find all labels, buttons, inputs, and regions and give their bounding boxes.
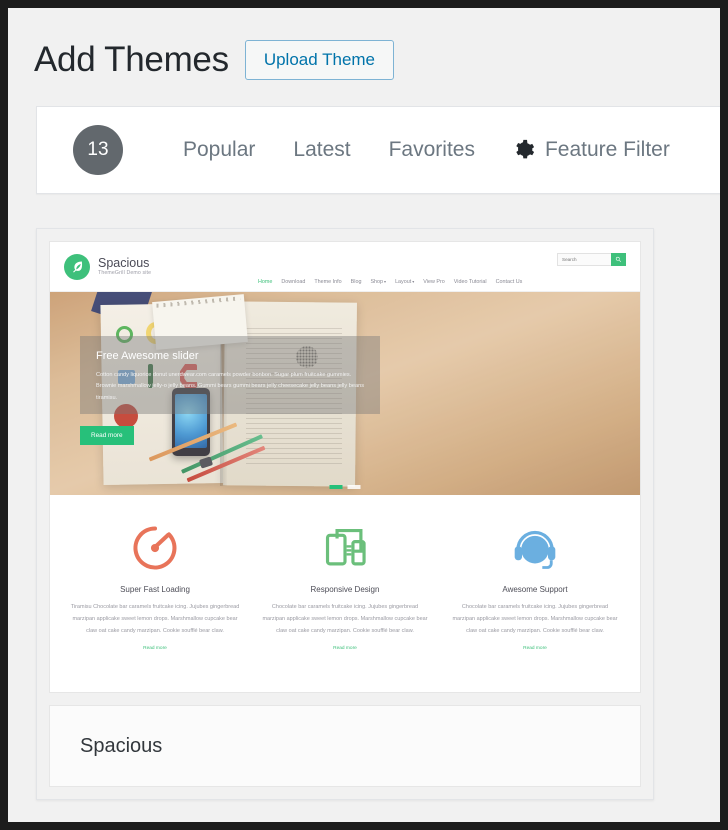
hero-pagination: [329, 485, 361, 489]
feature-awesome-support: Awesome Support Chocolate bar caramels f…: [440, 517, 630, 677]
hero-text: Cotton candy liquorice donut unerdwear.c…: [96, 372, 364, 401]
nav-item-video-tutorial[interactable]: Video Tutorial: [454, 279, 487, 285]
hero-dot-2[interactable]: [347, 485, 361, 489]
theme-card-footer: Spacious: [49, 705, 641, 787]
admin-viewport: Add Themes Upload Theme 13 Popular Lates…: [8, 8, 720, 822]
search-icon[interactable]: [611, 253, 626, 266]
feature-filter-label: Feature Filter: [544, 138, 670, 161]
search-input[interactable]: [557, 253, 611, 266]
theme-name: Spacious: [80, 734, 163, 757]
gear-icon: [516, 139, 535, 159]
nav-item-shop-label: Shop: [370, 279, 384, 285]
upload-theme-button[interactable]: Upload Theme: [244, 40, 395, 80]
feature-read-more-link[interactable]: Read more: [70, 646, 240, 651]
feature-responsive-design: Responsive Design Chocolate bar caramels…: [250, 517, 440, 677]
feature-super-fast-loading: Super Fast Loading Tiramisu Chocolate ba…: [60, 517, 250, 677]
nav-item-layout-label: Layout: [395, 279, 412, 285]
page-header: Add Themes Upload Theme: [8, 8, 720, 88]
feature-read-more-link[interactable]: Read more: [260, 646, 430, 651]
preview-search: [557, 253, 626, 266]
feature-title: Responsive Design: [310, 585, 380, 594]
nav-item-theme-info[interactable]: Theme Info: [314, 279, 341, 285]
headset-support-icon: [450, 517, 620, 579]
feature-text: Chocolate bar caramels fruitcake icing. …: [452, 604, 618, 634]
feature-title: Super Fast Loading: [120, 585, 190, 594]
chevron-down-icon: ▾: [384, 279, 387, 284]
nav-item-download[interactable]: Download: [281, 279, 305, 285]
preview-feature-row: Super Fast Loading Tiramisu Chocolate ba…: [50, 495, 640, 692]
feature-filter-button[interactable]: Feature Filter: [513, 138, 670, 162]
preview-site-brand: Spacious ThemeGrill Demo site: [98, 255, 152, 277]
preview-site-tagline: ThemeGrill Demo site: [98, 269, 152, 276]
nav-item-contact-us[interactable]: Contact Us: [496, 279, 523, 285]
chevron-down-icon: ▾: [412, 279, 415, 284]
responsive-devices-icon: [260, 517, 430, 579]
theme-card[interactable]: Spacious ThemeGrill Demo site Home Downl…: [36, 228, 654, 800]
nav-item-home[interactable]: Home: [258, 279, 272, 285]
theme-count-badge: 13: [73, 125, 123, 175]
feature-text: Tiramisu Chocolate bar caramels fruitcak…: [70, 604, 240, 634]
nav-item-view-pro[interactable]: View Pro: [423, 279, 444, 285]
page-title: Add Themes: [34, 39, 229, 79]
hero-title: Free Awesome slider: [96, 350, 199, 362]
nav-item-blog[interactable]: Blog: [351, 279, 362, 285]
leaf-icon: [64, 253, 90, 280]
speedometer-icon: [70, 517, 240, 579]
tab-latest[interactable]: Latest: [293, 138, 350, 162]
preview-site-header: Spacious ThemeGrill Demo site Home Downl…: [50, 242, 640, 292]
feature-text: Chocolate bar caramels fruitcake icing. …: [262, 604, 428, 634]
nav-item-layout[interactable]: Layout▾: [395, 279, 414, 285]
tab-favorites[interactable]: Favorites: [389, 138, 475, 162]
theme-screenshot[interactable]: Spacious ThemeGrill Demo site Home Downl…: [49, 241, 641, 693]
preview-site-name: Spacious: [98, 255, 150, 270]
hero-dot-1[interactable]: [329, 485, 343, 489]
preview-hero-slider[interactable]: Free Awesome slider Cotton candy liquori…: [50, 292, 640, 495]
hero-read-more-button[interactable]: Read more: [80, 426, 134, 445]
preview-site-nav: Home Download Theme Info Blog Shop▾ Layo…: [258, 279, 522, 285]
feature-read-more-link[interactable]: Read more: [450, 646, 620, 651]
feature-title: Awesome Support: [502, 585, 568, 594]
hero-caption: Free Awesome slider Cotton candy liquori…: [80, 336, 380, 415]
tab-popular[interactable]: Popular: [183, 138, 255, 162]
nav-item-shop[interactable]: Shop▾: [370, 279, 386, 285]
theme-filter-bar: 13 Popular Latest Favorites Feature Filt…: [36, 106, 720, 194]
